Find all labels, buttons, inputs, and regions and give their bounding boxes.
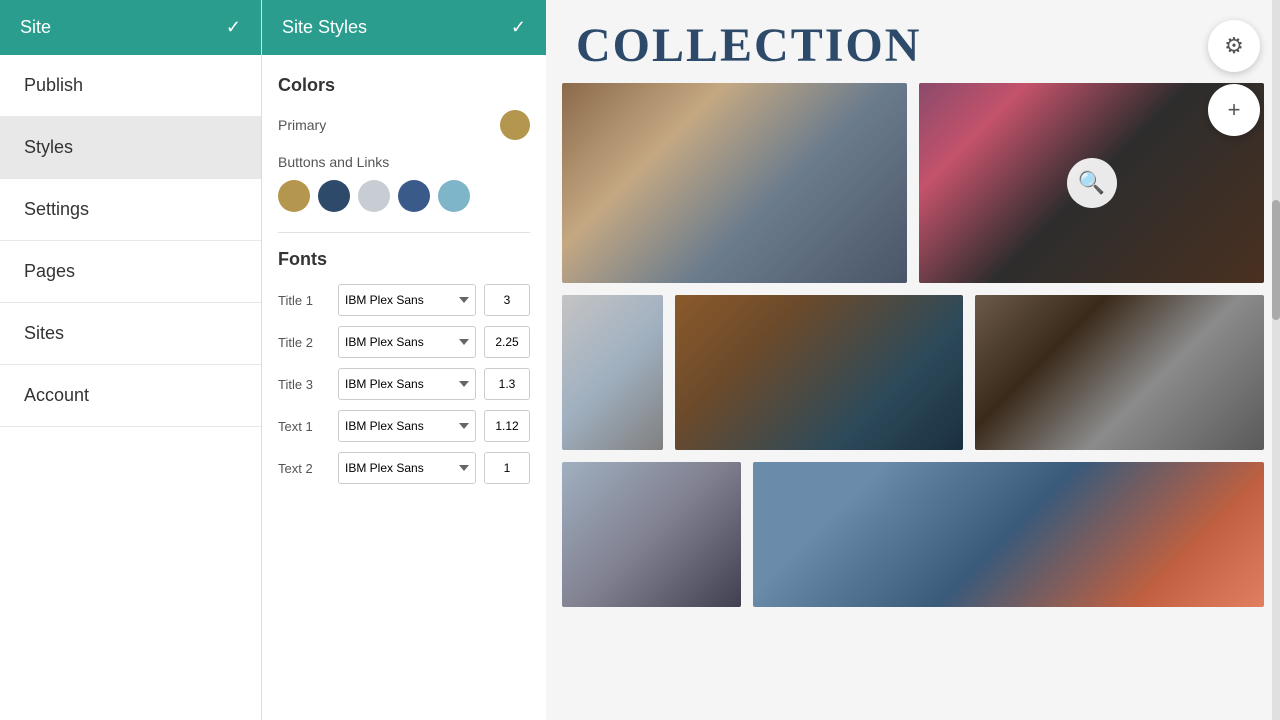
scroll-thumb[interactable] xyxy=(1272,200,1280,320)
font-select-title1[interactable]: IBM Plex Sans xyxy=(338,284,476,316)
font-select-title2[interactable]: IBM Plex Sans xyxy=(338,326,476,358)
panel-title: Site Styles xyxy=(282,17,367,38)
sidebar-item-pages[interactable]: Pages xyxy=(0,241,261,303)
photo-city xyxy=(975,295,1264,450)
sidebar-item-settings[interactable]: Settings xyxy=(0,179,261,241)
primary-label: Primary xyxy=(278,117,326,133)
color-swatch-1[interactable] xyxy=(278,180,310,212)
sidebar-item-sites[interactable]: Sites xyxy=(0,303,261,365)
font-size-text1[interactable] xyxy=(484,410,530,442)
sidebar-item-publish[interactable]: Publish xyxy=(0,55,261,117)
color-swatch-2[interactable] xyxy=(318,180,350,212)
font-row-title3: Title 3 IBM Plex Sans xyxy=(278,368,530,400)
sidebar-title: Site xyxy=(20,17,51,38)
color-swatch-3[interactable] xyxy=(358,180,390,212)
sidebar-check-icon[interactable]: ✓ xyxy=(226,17,241,38)
panel-check-icon[interactable]: ✓ xyxy=(511,17,526,38)
panel-content: Colors Primary Buttons and Links Fonts T… xyxy=(262,55,546,720)
scrollbar[interactable] xyxy=(1272,0,1280,720)
font-size-title1[interactable] xyxy=(484,284,530,316)
font-label-title3: Title 3 xyxy=(278,377,330,392)
collection-title: COLLECTION xyxy=(546,0,1280,83)
font-size-title3[interactable] xyxy=(484,368,530,400)
sidebar-item-styles[interactable]: Styles xyxy=(0,117,261,179)
search-overlay[interactable]: 🔍 xyxy=(1067,158,1117,208)
photo-left2 xyxy=(562,462,741,607)
fonts-section: Fonts Title 1 IBM Plex Sans Title 2 IBM … xyxy=(278,249,530,484)
font-size-text2[interactable] xyxy=(484,452,530,484)
sidebar: Site ✓ Publish Styles Settings Pages Sit… xyxy=(0,0,261,720)
color-swatches xyxy=(278,180,530,212)
main-content: COLLECTION 🔍 ⚙ + xyxy=(546,0,1280,720)
photo-row-3 xyxy=(546,462,1280,619)
photo-row-1: 🔍 xyxy=(546,83,1280,295)
photo-row-2 xyxy=(546,295,1280,462)
color-swatch-5[interactable] xyxy=(438,180,470,212)
font-row-title1: Title 1 IBM Plex Sans xyxy=(278,284,530,316)
font-row-text2: Text 2 IBM Plex Sans xyxy=(278,452,530,484)
fonts-section-title: Fonts xyxy=(278,249,530,270)
photo-left1 xyxy=(562,295,663,450)
font-label-text1: Text 1 xyxy=(278,419,330,434)
add-button[interactable]: + xyxy=(1208,84,1260,136)
plus-icon: + xyxy=(1228,97,1241,123)
settings-button[interactable]: ⚙ xyxy=(1208,20,1260,72)
sidebar-header: Site ✓ xyxy=(0,0,261,55)
sidebar-nav: Publish Styles Settings Pages Sites Acco… xyxy=(0,55,261,720)
font-label-title1: Title 1 xyxy=(278,293,330,308)
font-size-title2[interactable] xyxy=(484,326,530,358)
colors-section: Colors Primary Buttons and Links xyxy=(278,75,530,212)
sidebar-item-account[interactable]: Account xyxy=(0,365,261,427)
font-label-text2: Text 2 xyxy=(278,461,330,476)
search-icon: 🔍 xyxy=(1078,170,1105,196)
photo-girl-river xyxy=(675,295,964,450)
color-swatch-4[interactable] xyxy=(398,180,430,212)
font-select-title3[interactable]: IBM Plex Sans xyxy=(338,368,476,400)
right-buttons: ⚙ + xyxy=(1208,20,1260,136)
section-divider xyxy=(278,232,530,233)
panel-header: Site Styles ✓ xyxy=(262,0,546,55)
primary-row: Primary xyxy=(278,110,530,140)
photo-woman xyxy=(753,462,1264,607)
font-label-title2: Title 2 xyxy=(278,335,330,350)
buttons-links-label: Buttons and Links xyxy=(278,154,530,170)
font-select-text1[interactable]: IBM Plex Sans xyxy=(338,410,476,442)
primary-color-swatch[interactable] xyxy=(500,110,530,140)
font-row-text1: Text 1 IBM Plex Sans xyxy=(278,410,530,442)
gear-icon: ⚙ xyxy=(1224,33,1244,59)
styles-panel: Site Styles ✓ Colors Primary Buttons and… xyxy=(261,0,546,720)
photo-suits xyxy=(562,83,907,283)
font-row-title2: Title 2 IBM Plex Sans xyxy=(278,326,530,358)
font-select-text2[interactable]: IBM Plex Sans xyxy=(338,452,476,484)
colors-section-title: Colors xyxy=(278,75,530,96)
